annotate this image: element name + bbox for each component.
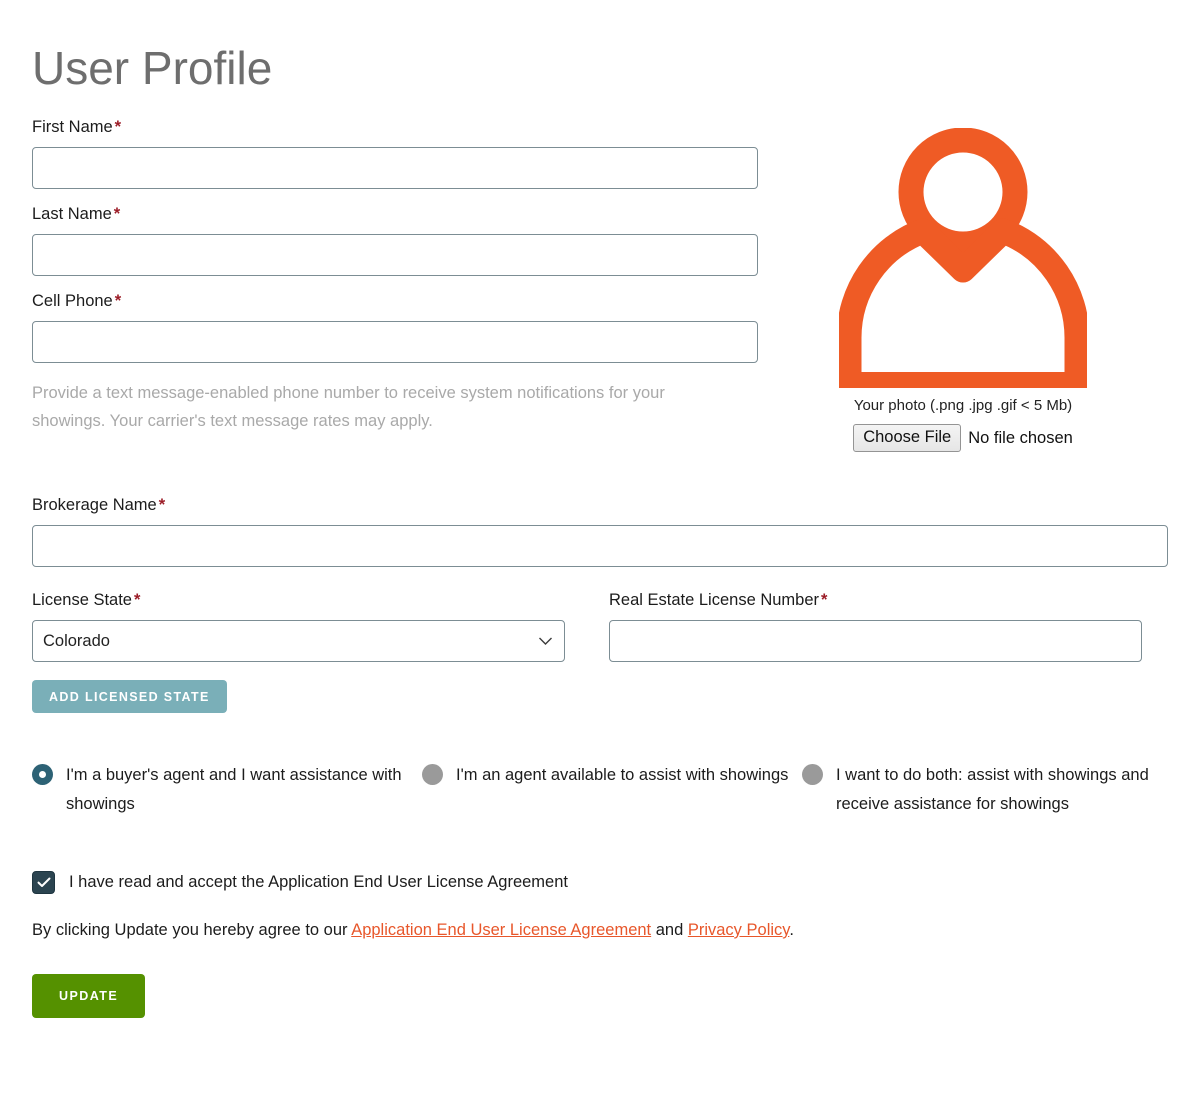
agreement-text: By clicking Update you hereby agree to o…: [32, 919, 1168, 942]
radio-option-label: I'm an agent available to assist with sh…: [456, 766, 789, 785]
eula-checkbox-label: I have read and accept the Application E…: [69, 872, 568, 891]
radio-option-label: I'm a buyer's agent and I want assistanc…: [66, 766, 402, 814]
license-number-label: Real Estate License Number *: [609, 591, 1142, 611]
required-asterisk: *: [158, 496, 166, 515]
brokerage-name-label: Brokerage Name *: [32, 496, 1168, 516]
license-number-label-text: Real Estate License Number: [609, 590, 820, 609]
required-asterisk: *: [113, 205, 121, 224]
license-number-input[interactable]: [609, 619, 1142, 662]
first-name-label-text: First Name: [32, 118, 113, 137]
cell-phone-input[interactable]: [32, 320, 758, 363]
radio-option-label: I want to do both: assist with showings …: [836, 766, 1149, 814]
license-state-field-group: License State * Colorado: [32, 591, 565, 662]
brokerage-name-field-group: Brokerage Name *: [32, 496, 1168, 567]
agreement-prefix: By clicking Update you hereby agree to o…: [32, 920, 352, 939]
brokerage-name-label-text: Brokerage Name: [32, 496, 157, 515]
user-profile-page: User Profile First Name * Last Name * Cell…: [0, 0, 1200, 1104]
radio-selected-icon[interactable]: [32, 764, 53, 786]
required-asterisk: *: [133, 590, 141, 609]
required-asterisk: *: [114, 291, 122, 310]
license-number-field-group: Real Estate License Number *: [609, 591, 1142, 662]
required-asterisk: *: [114, 118, 122, 137]
radio-unselected-icon[interactable]: [802, 764, 823, 786]
photo-caption: Your photo (.png .jpg .gif < 5 Mb): [853, 397, 1073, 415]
cell-phone-label: Cell Phone *: [32, 292, 758, 312]
radio-unselected-icon[interactable]: [422, 764, 443, 786]
add-licensed-state-button[interactable]: ADD LICENSED STATE: [32, 679, 227, 714]
required-asterisk: *: [821, 590, 828, 609]
first-name-label: First Name *: [32, 118, 758, 138]
brokerage-name-input[interactable]: [32, 524, 1168, 567]
last-name-label-text: Last Name: [32, 205, 112, 224]
file-upload-row: Choose File No file chosen: [853, 424, 1073, 453]
radio-option-assisting-agent[interactable]: I'm an agent available to assist with sh…: [422, 761, 802, 819]
radio-option-both[interactable]: I want to do both: assist with showings …: [802, 761, 1162, 819]
basic-info-column: First Name * Last Name * Cell Phone * Provi…: [32, 118, 758, 435]
cell-phone-helper-text: Provide a text message-enabled phone num…: [32, 383, 665, 431]
user-avatar-icon: [839, 128, 1087, 389]
first-name-input[interactable]: [32, 147, 758, 190]
agreement-suffix: .: [789, 920, 794, 939]
agreement-middle: and: [651, 920, 688, 939]
cell-phone-field-group: Cell Phone *: [32, 292, 758, 363]
update-button[interactable]: UPDATE: [32, 974, 146, 1018]
page-title: User Profile: [32, 42, 273, 94]
license-state-label: License State *: [32, 591, 565, 611]
last-name-field-group: Last Name *: [32, 205, 758, 276]
choose-file-button[interactable]: Choose File: [853, 424, 962, 453]
license-state-select-wrapper: Colorado: [32, 619, 565, 662]
cell-phone-label-text: Cell Phone: [32, 291, 113, 310]
license-state-select[interactable]: Colorado: [32, 619, 565, 662]
checkmark-icon: [37, 877, 50, 887]
photo-upload-column: Your photo (.png .jpg .gif < 5 Mb) Choos…: [758, 118, 1168, 453]
no-file-chosen-label: No file chosen: [968, 428, 1073, 447]
license-row: License State * Colorado Real Estate Lice…: [32, 591, 1168, 662]
eula-link[interactable]: Application End User License Agreement: [351, 921, 651, 939]
license-state-label-text: License State: [32, 590, 132, 609]
agent-role-radio-group: I'm a buyer's agent and I want assistanc…: [32, 761, 1168, 819]
last-name-label: Last Name *: [32, 205, 758, 225]
profile-top-section: First Name * Last Name * Cell Phone * Provi…: [32, 118, 1168, 453]
eula-checkbox[interactable]: [32, 870, 55, 894]
last-name-input[interactable]: [32, 233, 758, 276]
privacy-policy-link[interactable]: Privacy Policy: [688, 921, 789, 939]
radio-option-buyers-agent[interactable]: I'm a buyer's agent and I want assistanc…: [32, 761, 422, 819]
first-name-field-group: First Name *: [32, 118, 758, 190]
eula-checkbox-row[interactable]: I have read and accept the Application E…: [32, 870, 1168, 894]
